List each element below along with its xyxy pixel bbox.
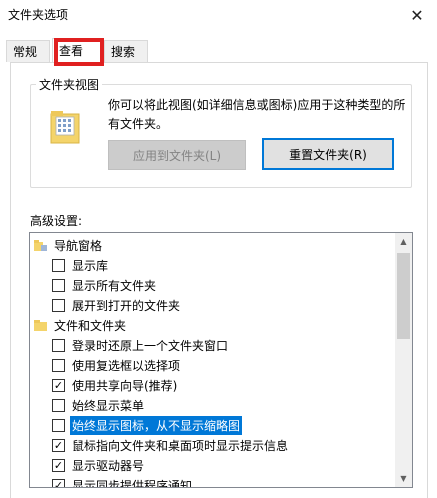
scroll-up-arrow-icon[interactable]: ▲ (395, 233, 412, 250)
list-item-restore-windows[interactable]: 登录时还原上一个文件夹窗口 (52, 335, 230, 355)
list-header-label: 导航窗格 (54, 238, 103, 253)
checkbox-checked[interactable] (52, 458, 65, 472)
checkbox[interactable] (52, 258, 65, 272)
title-bar: 文件夹选项 ✕ (0, 0, 437, 30)
tab-general[interactable]: 常规 (6, 40, 50, 62)
tab-search[interactable]: 搜索 (104, 40, 148, 62)
advanced-settings-label: 高级设置: (30, 214, 83, 228)
checkbox[interactable] (52, 358, 65, 372)
checkbox[interactable] (52, 278, 65, 292)
list-item-show-popup-info[interactable]: 鼠标指向文件夹和桌面项时显示提示信息 (52, 435, 290, 455)
folder-view-description: 你可以将此视图(如详细信息或图标)应用于这种类型的所有文件夹。 (108, 98, 406, 131)
checkbox[interactable] (52, 418, 65, 432)
list-item-always-show-menus[interactable]: 始终显示菜单 (52, 395, 146, 415)
checkbox-checked[interactable] (52, 438, 65, 452)
checkbox[interactable] (52, 298, 65, 312)
list-item-label-selected: 始终显示图标，从不显示缩略图 (70, 415, 243, 435)
list-item-label: 显示同步提供程序通知 (72, 478, 193, 488)
list-item-sync-provider-notifications[interactable]: 显示同步提供程序通知 (52, 475, 194, 488)
scroll-down-arrow-icon[interactable]: ▼ (395, 470, 412, 487)
vertical-scrollbar[interactable]: ▲ ▼ (395, 233, 412, 487)
list-item-expand-to-open-folder[interactable]: 展开到打开的文件夹 (52, 295, 182, 315)
list-item-label: 使用共享向导(推荐) (72, 378, 178, 393)
nav-folder-icon (34, 239, 47, 251)
list-item-label: 使用复选框以选择项 (72, 358, 181, 373)
list-item-label: 显示驱动器号 (72, 458, 145, 473)
list-item-always-show-icons[interactable]: 始终显示图标，从不显示缩略图 (52, 415, 243, 435)
list-header-files-and-folders: 文件和文件夹 (34, 315, 128, 335)
scrollbar-thumb[interactable] (397, 253, 410, 339)
list-item-show-libraries[interactable]: 显示库 (52, 255, 110, 275)
tab-strip: 常规 查看 搜索 (0, 38, 437, 62)
list-item-label: 始终显示菜单 (72, 398, 145, 413)
list-item-show-all-folders[interactable]: 显示所有文件夹 (52, 275, 158, 295)
checkbox-checked[interactable] (52, 378, 65, 392)
list-item-show-drive-letters[interactable]: 显示驱动器号 (52, 455, 146, 475)
list-header-navigation-pane: 导航窗格 (34, 235, 104, 255)
folder-icon (34, 319, 47, 331)
window-title: 文件夹选项 (8, 8, 69, 22)
list-item-label: 登录时还原上一个文件夹窗口 (72, 338, 229, 353)
list-header-label: 文件和文件夹 (54, 318, 127, 333)
checkbox[interactable] (52, 398, 65, 412)
folder-view-group-label: 文件夹视图 (36, 76, 103, 93)
list-item-label: 鼠标指向文件夹和桌面项时显示提示信息 (72, 438, 289, 453)
list-item-use-checkboxes[interactable]: 使用复选框以选择项 (52, 355, 182, 375)
checkbox[interactable] (52, 338, 65, 352)
tab-view[interactable]: 查看 (52, 38, 104, 62)
list-item-label: 展开到打开的文件夹 (72, 298, 181, 313)
close-button[interactable]: ✕ (397, 0, 437, 30)
checkbox-checked[interactable] (52, 478, 65, 487)
reset-folders-button[interactable]: 重置文件夹(R) (262, 138, 394, 170)
folder-grid-icon (50, 111, 80, 144)
list-item-label: 显示所有文件夹 (72, 278, 157, 293)
close-icon: ✕ (410, 5, 424, 25)
apply-to-folders-button[interactable]: 应用到文件夹(L) (108, 140, 246, 170)
advanced-settings-list[interactable]: 导航窗格 显示库 显示所有文件夹 展开到打开的文件夹 文件和文件夹 登录时还原上… (29, 232, 413, 488)
list-item-sharing-wizard[interactable]: 使用共享向导(推荐) (52, 375, 179, 395)
list-item-label: 显示库 (72, 258, 109, 273)
